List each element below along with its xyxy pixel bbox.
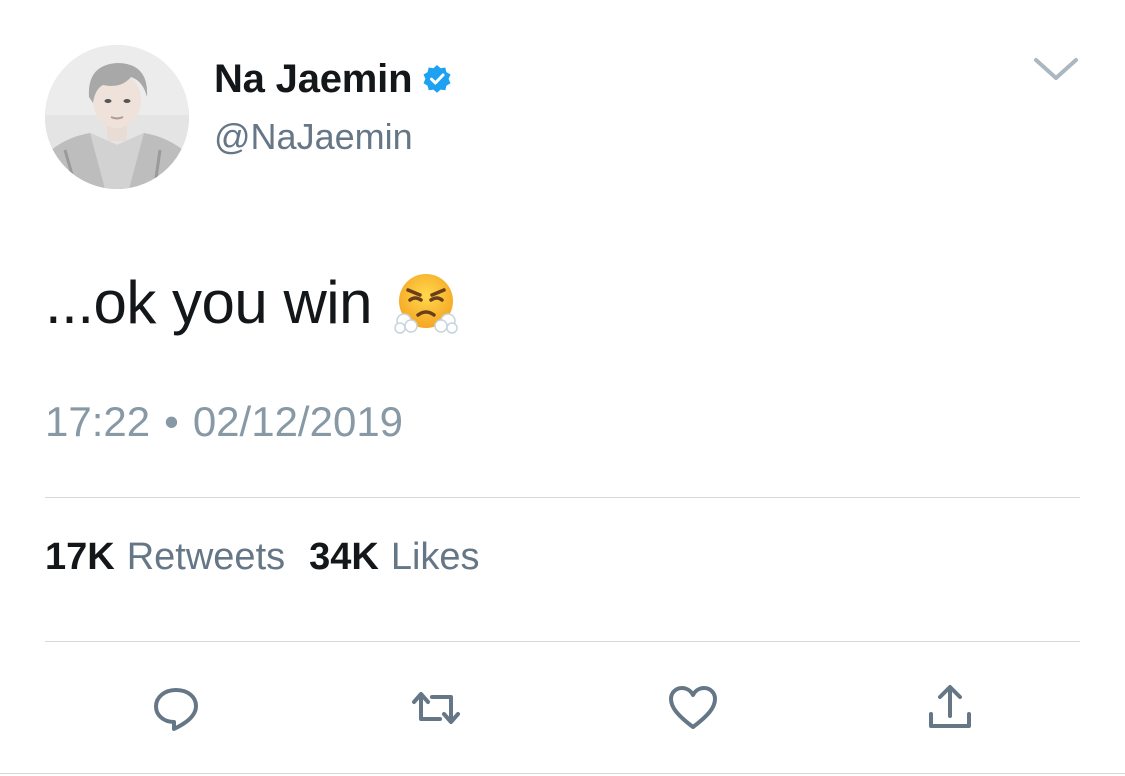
tweet-time: 17:22 <box>45 398 151 445</box>
tweet-date: 02/12/2019 <box>192 398 404 445</box>
user-handle[interactable]: @NaJaemin <box>214 116 413 158</box>
like-button[interactable] <box>667 682 719 734</box>
retweets-stat[interactable]: 17K Retweets <box>45 536 285 579</box>
divider <box>45 497 1080 498</box>
divider <box>45 641 1080 642</box>
verified-badge-icon <box>422 64 452 94</box>
reply-icon <box>154 688 198 731</box>
share-button[interactable] <box>924 682 976 734</box>
divider <box>0 773 1125 774</box>
share-icon <box>929 685 971 728</box>
timestamp-separator: • <box>164 398 179 445</box>
retweets-count: 17K <box>45 536 115 578</box>
tweet-body: ...ok you win <box>45 269 373 336</box>
chevron-down-icon[interactable] <box>1030 52 1082 86</box>
reply-button[interactable] <box>150 682 202 734</box>
avatar-image <box>45 45 189 189</box>
tweet-text: ...ok you win <box>45 268 458 337</box>
retweets-label: Retweets <box>126 536 286 578</box>
likes-stat[interactable]: 34K Likes <box>309 536 479 579</box>
like-icon <box>669 686 717 729</box>
tweet-timestamp[interactable]: 17:22 • 02/12/2019 <box>45 398 403 446</box>
avatar[interactable] <box>45 45 189 189</box>
face-with-steam-icon <box>394 271 458 335</box>
retweet-button[interactable] <box>410 682 462 734</box>
likes-count: 34K <box>309 536 379 578</box>
display-name[interactable]: Na Jaemin <box>214 57 413 102</box>
tweet-stats: 17K Retweets 34K Likes <box>45 536 504 579</box>
likes-label: Likes <box>390 536 480 578</box>
retweet-icon <box>412 692 460 724</box>
display-name-row[interactable]: Na Jaemin <box>214 55 452 103</box>
